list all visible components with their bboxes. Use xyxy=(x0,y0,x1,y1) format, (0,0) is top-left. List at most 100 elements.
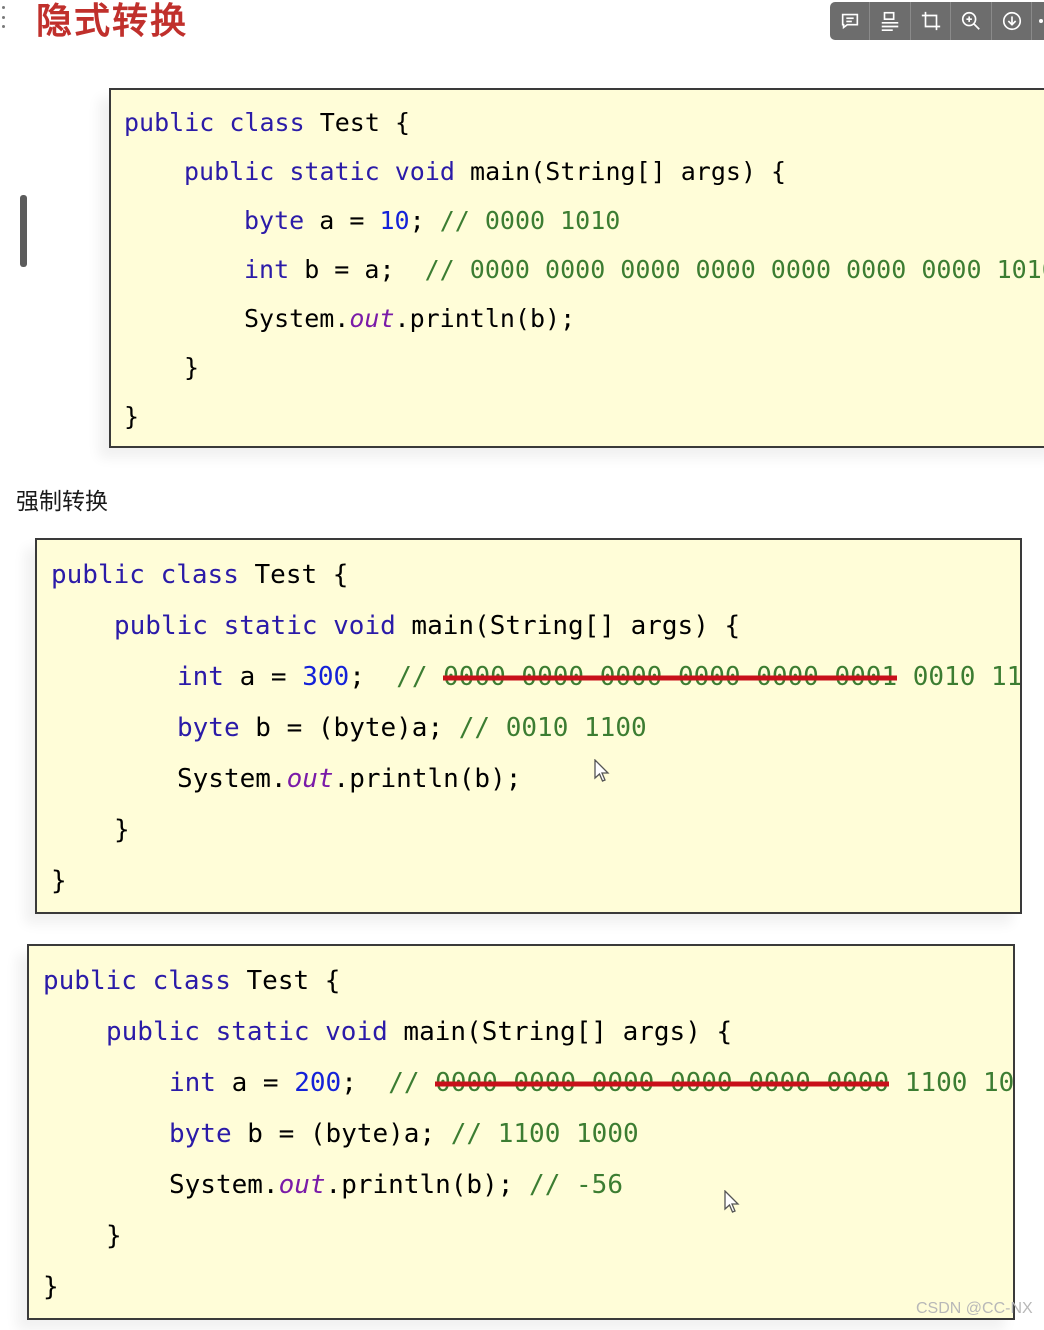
code-token: b = (byte)a; xyxy=(239,713,459,743)
code-token: ; xyxy=(341,1068,389,1098)
code-token: // 0000 1010 xyxy=(439,206,621,235)
code-token: 300 xyxy=(302,662,350,692)
code-line: int b = a; // 0000 0000 0000 0000 0000 0… xyxy=(244,255,1044,284)
align-icon[interactable] xyxy=(870,2,911,40)
code-line: } xyxy=(43,1272,59,1302)
code-token: void xyxy=(394,157,455,186)
code-token: .println(b); xyxy=(333,764,522,794)
code-token: class xyxy=(229,108,305,137)
code-token: .println(b); xyxy=(325,1170,530,1200)
code-token: 1100 1000 xyxy=(904,1068,1015,1098)
scroll-indicator[interactable] xyxy=(20,195,27,267)
struck-comment-text: 0000 0000 0000 0000 0000 0000 xyxy=(435,1068,890,1098)
code-token: 200 xyxy=(294,1068,342,1098)
code-token: } xyxy=(124,402,140,431)
code-token: .println(b); xyxy=(394,304,576,333)
code-block-implicit: public class Test {public static void ma… xyxy=(109,88,1044,448)
code-token: main(String[] args) { xyxy=(454,157,787,186)
code-line: public class Test { xyxy=(124,108,410,137)
code-token: a = xyxy=(223,662,303,692)
code-token: 0010 1100 xyxy=(912,662,1022,692)
code-line: System.out.println(b); // -56 xyxy=(169,1170,623,1200)
code-token: static xyxy=(215,1017,310,1047)
code-line: } xyxy=(106,1221,122,1251)
code-token: ; xyxy=(409,206,440,235)
mouse-cursor-icon xyxy=(594,759,610,782)
code-token: Test { xyxy=(230,966,341,996)
code-line: public static void main(String[] args) { xyxy=(106,1017,732,1047)
code-line: byte b = (byte)a; // 1100 1000 xyxy=(169,1119,639,1149)
zoom-in-icon[interactable] xyxy=(951,2,992,40)
code-token: // 1100 1000 xyxy=(450,1119,639,1149)
code-token: // xyxy=(396,662,444,692)
code-token: out xyxy=(349,304,395,333)
code-token: int xyxy=(177,662,224,692)
crop-icon[interactable] xyxy=(911,2,952,40)
image-toolbar xyxy=(830,2,1044,40)
code-token: main(String[] args) { xyxy=(387,1017,733,1047)
code-token: void xyxy=(325,1017,388,1047)
code-line: byte a = 10; // 0000 1010 xyxy=(244,206,620,235)
code-token: Test { xyxy=(304,108,410,137)
code-token: // 0000 0000 0000 0000 0000 0000 0000 10… xyxy=(424,255,1044,284)
code-token: b = (byte)a; xyxy=(231,1119,451,1149)
code-line: public class Test { xyxy=(43,966,340,996)
code-token: } xyxy=(114,815,130,845)
code-token: ; xyxy=(349,662,397,692)
code-token: public xyxy=(124,108,215,137)
code-token: out xyxy=(278,1170,326,1200)
code-token: byte xyxy=(169,1119,232,1149)
code-line: byte b = (byte)a; // 0010 1100 xyxy=(177,713,647,743)
code-token: byte xyxy=(244,206,305,235)
code-line: System.out.println(b); xyxy=(177,764,521,794)
comment-icon[interactable] xyxy=(830,2,871,40)
code-token: class xyxy=(160,560,239,590)
code-token: byte xyxy=(177,713,240,743)
watermark: CSDN @CC-NX xyxy=(916,1300,1033,1317)
page-heading: 隐式转换 xyxy=(36,1,189,42)
code-token: class xyxy=(152,966,231,996)
code-token: } xyxy=(51,866,67,896)
code-token: } xyxy=(43,1272,59,1302)
code-line: public static void main(String[] args) { xyxy=(114,611,740,641)
code-token: a = xyxy=(215,1068,295,1098)
code-token: void xyxy=(333,611,396,641)
code-token: Test { xyxy=(238,560,349,590)
code-token: public xyxy=(114,611,208,641)
code-token: } xyxy=(106,1221,122,1251)
code-token: } xyxy=(184,353,200,382)
code-line: } xyxy=(51,866,67,896)
code-line: public class Test { xyxy=(51,560,348,590)
struck-comment-text: 0000 0000 0000 0000 0000 0001 xyxy=(443,662,898,692)
code-line: int a = 300; // 0000 0000 0000 0000 0000… xyxy=(177,662,1022,692)
code-token: b = a; xyxy=(289,255,425,284)
code-token: public xyxy=(184,157,275,186)
code-token: int xyxy=(169,1068,216,1098)
download-icon[interactable] xyxy=(992,2,1033,40)
code-line: System.out.println(b); xyxy=(244,304,575,333)
section-title: 强制转换 xyxy=(16,489,108,515)
code-token: public xyxy=(106,1017,200,1047)
code-token: out xyxy=(286,764,334,794)
code-line: public static void main(String[] args) { xyxy=(184,157,786,186)
code-token: public xyxy=(51,560,145,590)
code-token: 10 xyxy=(379,206,410,235)
code-line: int a = 200; // 0000 0000 0000 0000 0000… xyxy=(169,1068,1015,1098)
mouse-cursor-icon xyxy=(724,1190,740,1213)
code-line: } xyxy=(114,815,130,845)
code-token: static xyxy=(289,157,380,186)
code-block-cast-200: public class Test { public static void ma… xyxy=(27,944,1015,1320)
drag-handle-icon[interactable] xyxy=(0,6,6,28)
code-token: System. xyxy=(244,304,350,333)
more-icon[interactable] xyxy=(1032,2,1044,40)
code-token: a = xyxy=(304,206,380,235)
code-line: } xyxy=(124,402,139,431)
